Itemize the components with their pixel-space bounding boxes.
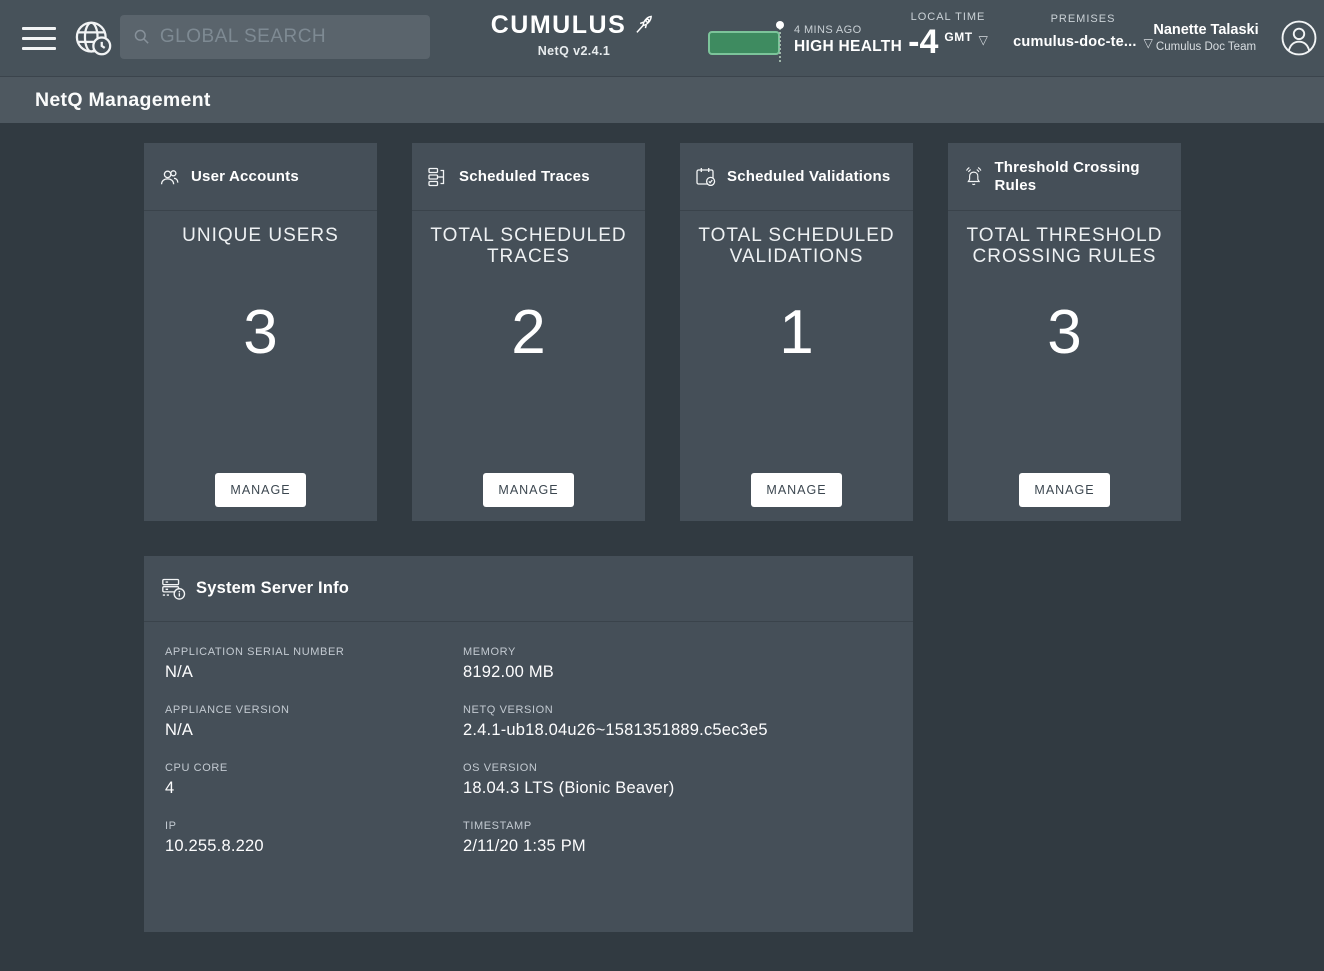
card-threshold-crossing-rules: Threshold Crossing Rules TOTAL THRESHOLD… (948, 143, 1181, 521)
users-icon (158, 165, 182, 189)
health-updated-ago: 4 MINS AGO (794, 24, 902, 36)
card-title: Scheduled Traces (459, 168, 590, 185)
app-header: CUMULUS NetQ v2.4.1 4 MINS AGO HIGH HEAL… (0, 0, 1324, 77)
rocket-icon (630, 10, 657, 40)
field-application-serial-number: APPLICATION SERIAL NUMBER N/A (165, 646, 463, 682)
logo-version: NetQ v2.4.1 (488, 44, 660, 58)
card-body: TOTAL SCHEDULED TRACES 2 MANAGE (412, 211, 645, 521)
chevron-down-icon[interactable]: ▽ (979, 33, 988, 47)
health-marker-line (779, 24, 781, 62)
field-ip: IP 10.255.8.220 (165, 820, 463, 856)
menu-icon[interactable] (22, 27, 56, 50)
metric-label: TOTAL SCHEDULED VALIDATIONS (695, 225, 899, 294)
metric-value: 1 (779, 302, 813, 364)
card-scheduled-validations: Scheduled Validations TOTAL SCHEDULED VA… (680, 143, 913, 521)
brand-logo: CUMULUS NetQ v2.4.1 (488, 10, 660, 58)
health-status: HIGH HEALTH (794, 38, 902, 56)
avatar[interactable] (1280, 19, 1318, 57)
manage-button[interactable]: MANAGE (215, 473, 305, 507)
local-time-value: -4 (908, 24, 938, 60)
premises-selector[interactable]: PREMISES cumulus-doc-te... ▽ (1008, 13, 1158, 50)
card-title: Scheduled Validations (727, 168, 890, 185)
health-bar (708, 31, 780, 55)
server-card-header: System Server Info (144, 556, 913, 622)
page-title: NetQ Management (35, 89, 211, 112)
manage-button[interactable]: MANAGE (751, 473, 841, 507)
server-info-grid: APPLICATION SERIAL NUMBER N/A MEMORY 819… (144, 622, 913, 856)
field-appliance-version: APPLIANCE VERSION N/A (165, 704, 463, 740)
user-team: Cumulus Doc Team (1140, 41, 1272, 53)
bell-alert-icon (962, 164, 985, 190)
premises-value: cumulus-doc-te... (1013, 34, 1136, 50)
manage-button[interactable]: MANAGE (483, 473, 573, 507)
card-header: User Accounts (144, 143, 377, 211)
metric-label: TOTAL SCHEDULED TRACES (427, 225, 631, 294)
page-title-bar: NetQ Management (0, 77, 1324, 123)
card-body: TOTAL THRESHOLD CROSSING RULES 3 MANAGE (948, 211, 1181, 521)
metric-label: UNIQUE USERS (159, 225, 363, 294)
manage-button[interactable]: MANAGE (1019, 473, 1109, 507)
calendar-check-icon (694, 165, 718, 189)
metric-value: 3 (1047, 302, 1081, 364)
metric-label: TOTAL THRESHOLD CROSSING RULES (963, 225, 1167, 294)
local-time-selector[interactable]: LOCAL TIME -4 GMT ▽ (898, 11, 998, 60)
metric-value: 2 (511, 302, 545, 364)
card-header: Scheduled Traces (412, 143, 645, 211)
card-title: Threshold Crossing Rules (994, 159, 1167, 194)
user-name: Nanette Talaski (1140, 22, 1272, 38)
global-search (120, 15, 430, 59)
field-os-version: OS VERSION 18.04.3 LTS (Bionic Beaver) (463, 762, 893, 798)
metric-value: 3 (243, 302, 277, 364)
search-icon (132, 26, 152, 48)
traces-icon (426, 165, 450, 189)
card-header: Threshold Crossing Rules (948, 143, 1181, 211)
field-memory: MEMORY 8192.00 MB (463, 646, 893, 682)
server-info-icon (160, 575, 187, 602)
local-time-zone: GMT (944, 30, 972, 44)
logo-text: CUMULUS (491, 10, 627, 40)
local-time-label: LOCAL TIME (898, 11, 998, 23)
health-marker-dot (776, 21, 784, 29)
field-netq-version: NETQ VERSION 2.4.1-ub18.04u26~1581351889… (463, 704, 893, 740)
card-header: Scheduled Validations (680, 143, 913, 211)
card-user-accounts: User Accounts UNIQUE USERS 3 MANAGE (144, 143, 377, 521)
field-cpu-core: CPU CORE 4 (165, 762, 463, 798)
premises-label: PREMISES (1008, 13, 1158, 25)
server-card-title: System Server Info (196, 579, 349, 598)
globe-clock-icon[interactable] (72, 17, 114, 59)
card-body: UNIQUE USERS 3 MANAGE (144, 211, 377, 521)
card-scheduled-traces: Scheduled Traces TOTAL SCHEDULED TRACES … (412, 143, 645, 521)
card-title: User Accounts (191, 168, 299, 185)
field-timestamp: TIMESTAMP 2/11/20 1:35 PM (463, 820, 893, 856)
metric-cards: User Accounts UNIQUE USERS 3 MANAGE Sche… (144, 143, 1181, 521)
card-body: TOTAL SCHEDULED VALIDATIONS 1 MANAGE (680, 211, 913, 521)
search-input[interactable] (160, 26, 418, 48)
user-info: Nanette Talaski Cumulus Doc Team (1140, 22, 1272, 53)
health-indicator[interactable]: 4 MINS AGO HIGH HEALTH (708, 24, 902, 56)
system-server-info-card: System Server Info APPLICATION SERIAL NU… (144, 556, 913, 932)
